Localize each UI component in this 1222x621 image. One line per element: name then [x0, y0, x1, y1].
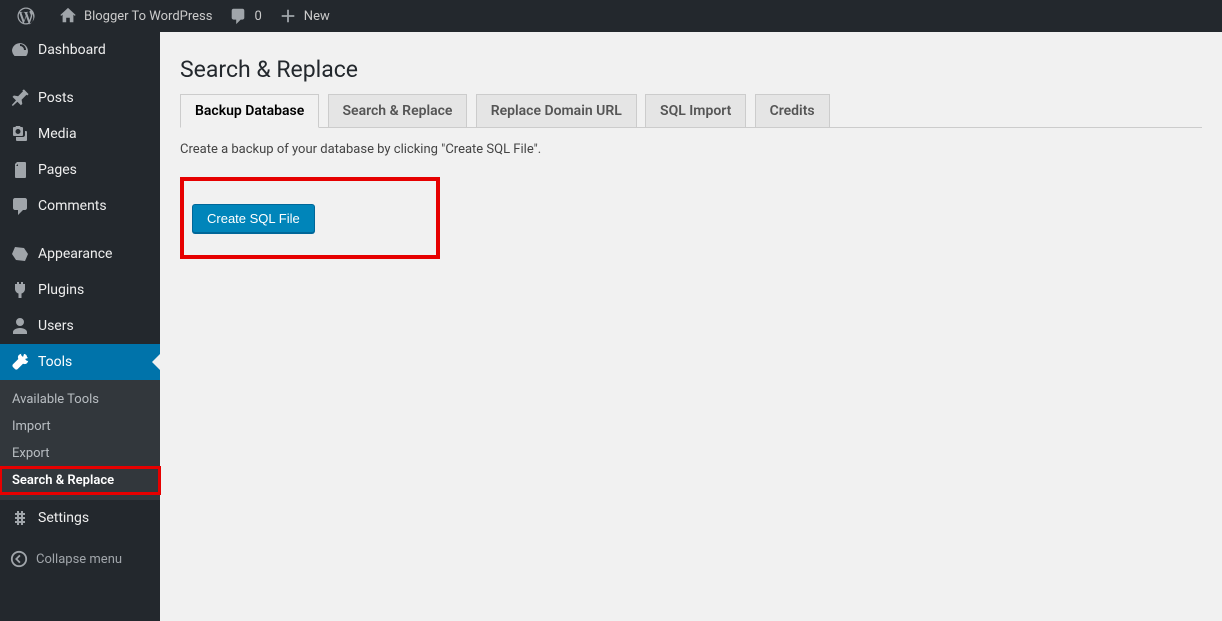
sidebar-item-label: Tools: [38, 354, 72, 370]
sidebar-item-label: Pages: [38, 162, 77, 178]
page-title: Search & Replace: [180, 42, 1202, 93]
sidebar-item-label: Media: [38, 126, 77, 142]
tools-icon: [10, 352, 30, 372]
sidebar-item-label: Posts: [38, 90, 74, 106]
collapse-label: Collapse menu: [36, 552, 122, 567]
tab-backup-database[interactable]: Backup Database: [180, 94, 319, 128]
sidebar-item-tools[interactable]: Tools: [0, 344, 160, 380]
sidebar-item-pages[interactable]: Pages: [0, 152, 160, 188]
comments-link[interactable]: 0: [220, 0, 269, 32]
comment-icon: [228, 6, 248, 26]
comments-icon: [10, 196, 30, 216]
nav-tabs: Backup Database Search & Replace Replace…: [180, 93, 1202, 128]
appearance-icon: [10, 244, 30, 264]
tab-credits[interactable]: Credits: [755, 94, 830, 127]
media-icon: [10, 124, 30, 144]
sidebar-item-users[interactable]: Users: [0, 308, 160, 344]
sidebar-item-label: Appearance: [38, 246, 112, 262]
sidebar-item-appearance[interactable]: Appearance: [0, 236, 160, 272]
submenu-import[interactable]: Import: [0, 413, 160, 440]
sidebar-item-posts[interactable]: Posts: [0, 80, 160, 116]
submenu-label: Search & Replace: [12, 473, 114, 488]
admin-bar: Blogger To WordPress 0 New: [0, 0, 1222, 32]
sidebar-item-label: Settings: [38, 510, 89, 526]
tab-search-replace[interactable]: Search & Replace: [328, 94, 468, 127]
wp-logo[interactable]: [8, 0, 50, 32]
tab-sql-import[interactable]: SQL Import: [645, 94, 746, 127]
submenu-label: Available Tools: [12, 392, 99, 407]
collapse-icon: [10, 550, 28, 568]
sidebar-item-label: Users: [38, 318, 74, 334]
submenu-search-replace[interactable]: Search & Replace: [0, 467, 160, 494]
backup-description: Create a backup of your database by clic…: [180, 142, 1202, 157]
create-sql-file-button[interactable]: Create SQL File: [192, 204, 315, 233]
sidebar-item-label: Plugins: [38, 282, 84, 298]
submenu-export[interactable]: Export: [0, 440, 160, 467]
plugin-icon: [10, 280, 30, 300]
sidebar-item-label: Comments: [38, 198, 107, 214]
page-icon: [10, 160, 30, 180]
tools-submenu: Available Tools Import Export Search & R…: [0, 380, 160, 500]
new-link[interactable]: New: [270, 0, 338, 32]
submenu-label: Export: [12, 446, 50, 461]
submenu-available-tools[interactable]: Available Tools: [0, 386, 160, 413]
comments-count: 0: [254, 9, 261, 24]
home-icon: [58, 6, 78, 26]
submenu-label: Import: [12, 419, 51, 434]
site-title: Blogger To WordPress: [84, 9, 212, 24]
sidebar-item-label: Dashboard: [38, 42, 106, 58]
user-icon: [10, 316, 30, 336]
sidebar-item-settings[interactable]: Settings: [0, 500, 160, 536]
sidebar-item-dashboard[interactable]: Dashboard: [0, 32, 160, 68]
wordpress-icon: [16, 6, 36, 26]
pin-icon: [10, 88, 30, 108]
settings-icon: [10, 508, 30, 528]
sidebar-item-plugins[interactable]: Plugins: [0, 272, 160, 308]
highlight-box: Create SQL File: [180, 177, 440, 259]
tab-replace-domain-url[interactable]: Replace Domain URL: [476, 94, 637, 127]
new-label: New: [304, 9, 330, 24]
admin-sidebar: Dashboard Posts Media Pages Comments App…: [0, 32, 160, 621]
collapse-menu[interactable]: Collapse menu: [0, 542, 160, 576]
main-content: Search & Replace Backup Database Search …: [160, 32, 1222, 621]
plus-icon: [278, 6, 298, 26]
dashboard-icon: [10, 40, 30, 60]
site-name-link[interactable]: Blogger To WordPress: [50, 0, 220, 32]
sidebar-item-media[interactable]: Media: [0, 116, 160, 152]
sidebar-item-comments[interactable]: Comments: [0, 188, 160, 224]
